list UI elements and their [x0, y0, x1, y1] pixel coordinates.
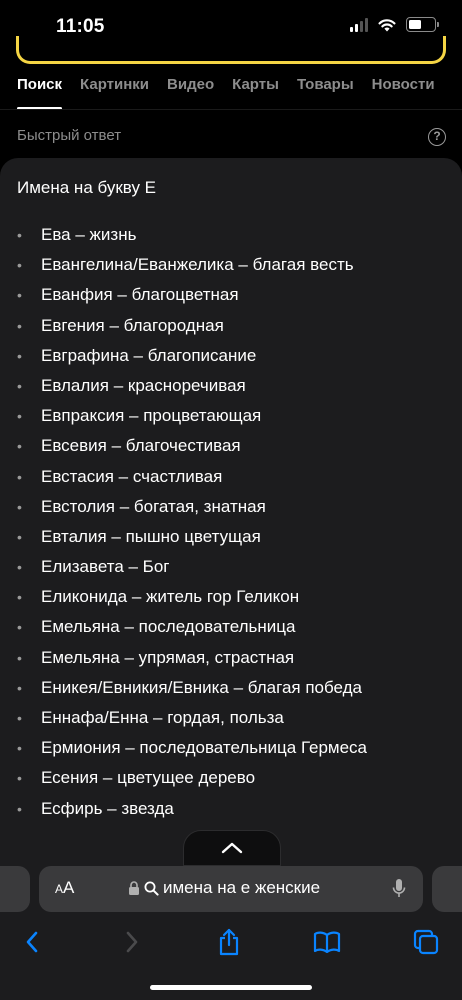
status-icons: [350, 17, 439, 32]
list-item: • Евпраксия – процветающая: [17, 403, 367, 433]
wifi-icon: [378, 18, 396, 31]
tab-news[interactable]: Новости: [372, 72, 435, 110]
bullet-icon: •: [17, 710, 22, 726]
forward-button[interactable]: [117, 927, 147, 957]
bullet-icon: •: [17, 347, 22, 364]
search-icon: [144, 881, 159, 896]
share-button[interactable]: [214, 927, 244, 957]
page-settings-button[interactable]: AA: [55, 878, 74, 898]
list-item: • Емельяна – последовательница: [17, 614, 367, 644]
list-item: • Евангелина/Еванжелика – благая весть: [17, 252, 367, 282]
share-icon: [219, 928, 239, 956]
chevron-up-icon: [221, 842, 243, 854]
bullet-icon: •: [17, 528, 22, 545]
bookmarks-button[interactable]: [312, 927, 342, 957]
search-query-text: имена на е женские: [163, 878, 321, 897]
list-item: • Еликонида – житель гор Геликон: [17, 584, 367, 614]
bullet-icon: •: [17, 770, 22, 787]
quick-answer-label: Быстрый ответ: [17, 127, 122, 144]
bullet-icon: •: [17, 227, 22, 243]
list-item: • Есения – цветущее дерево: [17, 765, 367, 795]
tab-maps[interactable]: Карты: [232, 72, 279, 110]
list-item: • Еннафа/Енна – гордая, польза: [17, 705, 367, 735]
bullet-icon: •: [17, 679, 22, 696]
bullet-icon: •: [17, 468, 22, 485]
list-item: • Евлалия – красноречивая: [17, 373, 367, 403]
next-tab-preview[interactable]: [432, 866, 462, 912]
cellular-signal-icon: [350, 17, 368, 32]
bullet-icon: •: [17, 287, 22, 304]
previous-tab-preview[interactable]: [0, 866, 30, 912]
bullet-icon: •: [17, 408, 22, 425]
bullet-icon: •: [17, 649, 22, 666]
battery-icon: [406, 17, 439, 32]
status-time: 11:05: [56, 16, 105, 37]
tab-products[interactable]: Товары: [297, 72, 354, 110]
question-circle-icon[interactable]: ?: [428, 128, 446, 146]
bullet-icon: •: [17, 800, 22, 817]
bullet-icon: •: [17, 498, 22, 515]
book-icon: [313, 931, 341, 953]
chevron-left-icon: [26, 931, 38, 953]
bullet-icon: •: [17, 257, 22, 274]
list-item: • Есфирь – звезда: [17, 796, 367, 826]
home-indicator[interactable]: [150, 985, 312, 990]
search-input-border[interactable]: [16, 36, 446, 64]
lock-icon: [129, 880, 139, 895]
tabs-icon: [413, 929, 439, 955]
tabs-button[interactable]: [411, 927, 441, 957]
list-item: • Еникея/Евникия/Евника – благая победа: [17, 675, 367, 705]
list-item: • Евсевия – благочестивая: [17, 433, 367, 463]
bullet-icon: •: [17, 619, 22, 636]
list-item: • Евграфина – благописание: [17, 343, 367, 373]
list-item: • Евгения – благородная: [17, 313, 367, 343]
collapse-button[interactable]: [183, 830, 281, 866]
list-item: • Ермиония – последовательница Гермеса: [17, 735, 367, 765]
bullet-icon: •: [17, 438, 22, 455]
url-group[interactable]: имена на е женские: [128, 878, 320, 898]
tab-search[interactable]: Поиск: [17, 72, 63, 110]
bullet-icon: •: [17, 377, 22, 394]
search-tabs: Поиск Картинки Видео Карты Товары Новост…: [0, 72, 462, 110]
list-item: • Елизавета – Бог: [17, 554, 367, 584]
names-list: • Ева – жизнь • Евангелина/Еванжелика – бл…: [17, 222, 367, 826]
tab-video[interactable]: Видео: [167, 72, 214, 110]
list-item: • Емельяна – упрямая, страстная: [17, 645, 367, 675]
microphone-icon[interactable]: [392, 878, 406, 900]
list-item: • Евстасия – счастливая: [17, 464, 367, 494]
bullet-icon: •: [17, 589, 22, 606]
card-title: Имена на букву Е: [17, 178, 157, 197]
bullet-icon: •: [17, 559, 22, 576]
list-item: • Еванфия – благоцветная: [17, 282, 367, 312]
list-item: • Евстолия – богатая, знатная: [17, 494, 367, 524]
back-button[interactable]: [17, 927, 47, 957]
list-item: • Ева – жизнь: [17, 222, 367, 252]
bullet-icon: •: [17, 317, 22, 334]
list-item: • Евталия – пышно цветущая: [17, 524, 367, 554]
tabs-divider: [0, 109, 462, 110]
tab-images[interactable]: Картинки: [80, 72, 149, 110]
chevron-right-icon: [126, 931, 138, 953]
browser-nav-row: [0, 922, 462, 962]
bullet-icon: •: [17, 740, 22, 757]
